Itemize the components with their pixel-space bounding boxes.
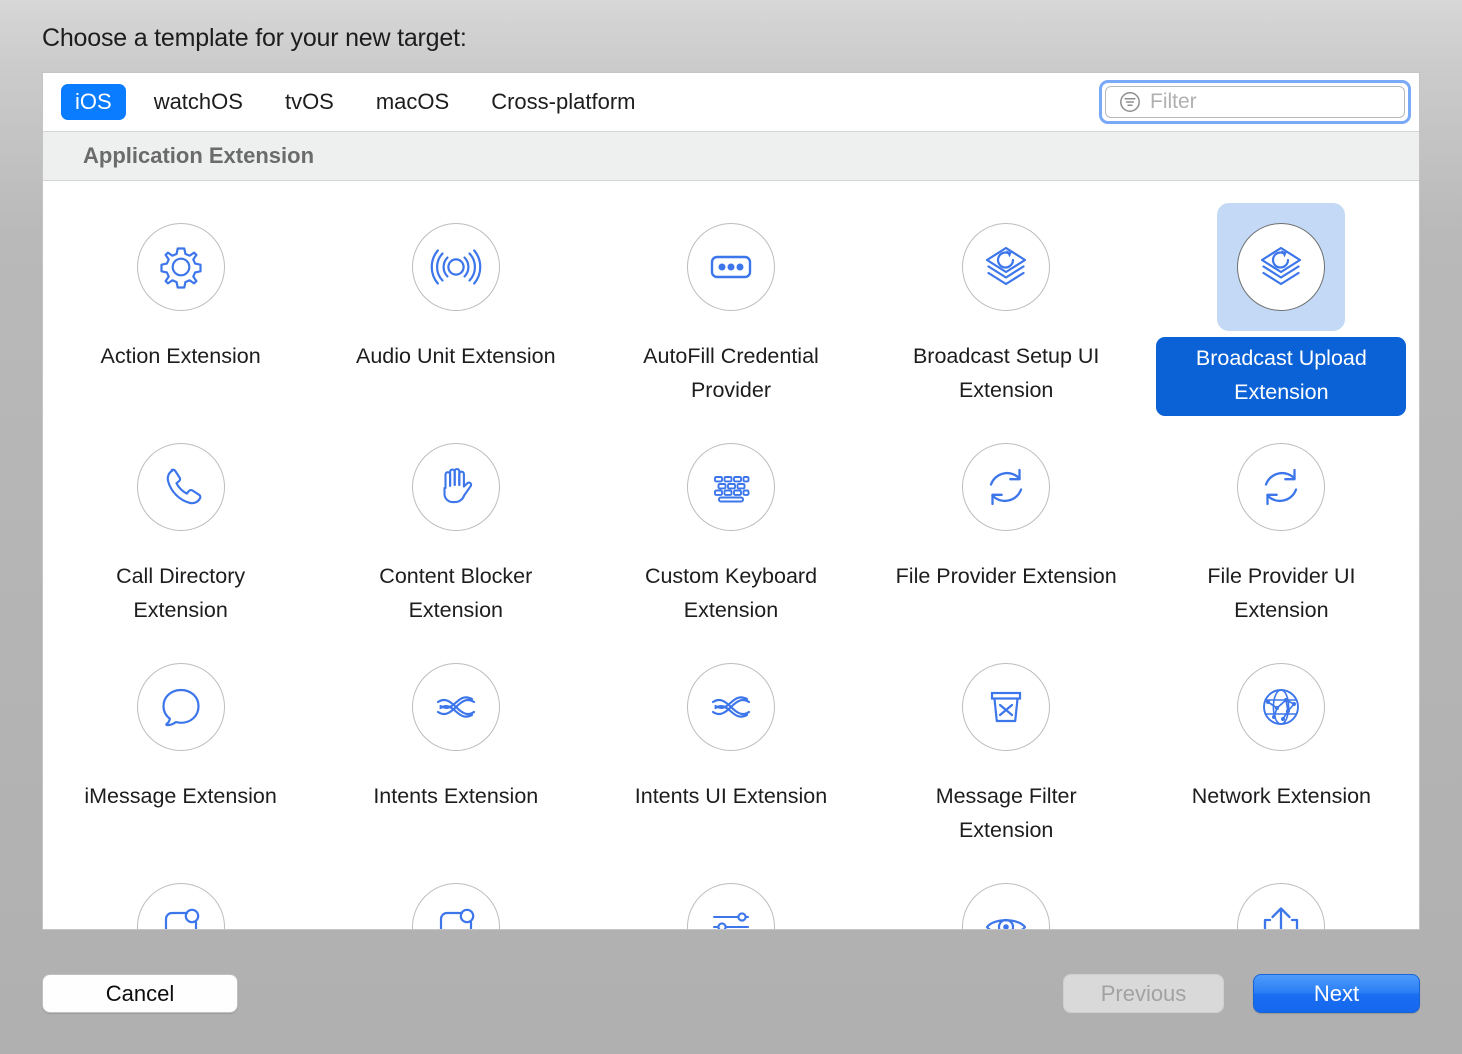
- speech-bubble-icon: [136, 663, 225, 751]
- icon-container: [392, 203, 520, 331]
- template-item-content-blocker-extension[interactable]: Content Blocker Extension: [318, 423, 593, 643]
- template-item-call-directory-extension[interactable]: Call Directory Extension: [43, 423, 318, 643]
- template-item-label: Custom Keyboard Extension: [644, 564, 818, 623]
- icon-container: [1217, 643, 1345, 771]
- template-item-photo-editing-extension[interactable]: [593, 863, 868, 929]
- template-item-label: Call Directory Extension: [116, 564, 246, 623]
- filter-placeholder: Filter: [1150, 90, 1197, 113]
- template-grid: Action Extension Audio Unit Extension Au…: [43, 181, 1419, 929]
- gear-icon: [136, 223, 225, 311]
- broadcast-stack-icon: [1237, 223, 1326, 311]
- platform-tabbar: iOS watchOS tvOS macOS Cross-platform Fi…: [43, 73, 1419, 131]
- broadcast-stack-icon: [962, 223, 1051, 311]
- icon-container: [1217, 863, 1345, 929]
- icon-container: [667, 203, 795, 331]
- template-item-label: Content Blocker Extension: [379, 564, 533, 623]
- icon-container: [942, 863, 1070, 929]
- crossing-waves-icon: [686, 663, 775, 751]
- icon-container: [942, 203, 1070, 331]
- template-item-label: Intents UI Extension: [634, 784, 828, 808]
- template-item-notification-content-extension[interactable]: [43, 863, 318, 929]
- template-item-network-extension[interactable]: Network Extension: [1144, 643, 1419, 863]
- template-item-intents-ui-extension[interactable]: Intents UI Extension: [593, 643, 868, 863]
- icon-container: [392, 643, 520, 771]
- tab-ios[interactable]: iOS: [61, 84, 126, 120]
- template-item-label: Network Extension: [1191, 784, 1372, 808]
- icon-container: [942, 423, 1070, 551]
- template-item-notification-service-extension[interactable]: [318, 863, 593, 929]
- template-item-file-provider-ui-extension[interactable]: File Provider UI Extension: [1144, 423, 1419, 643]
- sync-arrows-icon: [962, 443, 1051, 531]
- notification-icon: [136, 883, 225, 929]
- template-item-broadcast-setup-ui-extension[interactable]: Broadcast Setup UI Extension: [869, 203, 1144, 423]
- template-item-action-extension[interactable]: Action Extension: [43, 203, 318, 423]
- template-item-label: Action Extension: [100, 344, 261, 368]
- tab-macos[interactable]: macOS: [362, 84, 463, 120]
- tab-cross-platform[interactable]: Cross-platform: [477, 84, 649, 120]
- template-item-label: Intents Extension: [373, 784, 539, 808]
- next-button[interactable]: Next: [1253, 974, 1420, 1013]
- page-title: Choose a template for your new target:: [42, 24, 467, 52]
- icon-container: [117, 203, 245, 331]
- icon-container: [667, 863, 795, 929]
- icon-container: [117, 643, 245, 771]
- template-item-imessage-extension[interactable]: iMessage Extension: [43, 643, 318, 863]
- template-chooser-panel: iOS watchOS tvOS macOS Cross-platform Fi…: [42, 72, 1420, 930]
- template-item-broadcast-upload-extension[interactable]: Broadcast Upload Extension: [1144, 203, 1419, 423]
- tab-tvos[interactable]: tvOS: [271, 84, 348, 120]
- template-item-message-filter-extension[interactable]: Message Filter Extension: [869, 643, 1144, 863]
- filter-icon: [1119, 91, 1141, 113]
- icon-container: [392, 863, 520, 929]
- trash-x-icon: [962, 663, 1051, 751]
- phone-handset-icon: [136, 443, 225, 531]
- icon-container: [667, 643, 795, 771]
- template-item-label: Broadcast Upload Extension: [1156, 337, 1407, 416]
- template-item-autofill-credential-provider[interactable]: AutoFill Credential Provider: [593, 203, 868, 423]
- template-item-label: File Provider UI Extension: [1207, 564, 1356, 623]
- filter-field[interactable]: Filter: [1099, 80, 1411, 124]
- section-header-application-extension: Application Extension: [43, 131, 1419, 181]
- template-item-label: AutoFill Credential Provider: [643, 344, 819, 403]
- template-item-intents-extension[interactable]: Intents Extension: [318, 643, 593, 863]
- eye-icon: [962, 883, 1051, 929]
- crossing-waves-icon: [411, 663, 500, 751]
- sliders-icon: [686, 883, 775, 929]
- sync-arrows-icon: [1237, 443, 1326, 531]
- share-upload-icon: [1237, 883, 1326, 929]
- icon-container: [117, 863, 245, 929]
- template-item-label: Broadcast Setup UI Extension: [912, 344, 1100, 403]
- audio-waves-icon: [411, 223, 500, 311]
- notification-icon: [411, 883, 500, 929]
- template-item-label: iMessage Extension: [84, 784, 277, 808]
- password-dots-icon: [686, 223, 775, 311]
- template-item-audio-unit-extension[interactable]: Audio Unit Extension: [318, 203, 593, 423]
- template-item-file-provider-extension[interactable]: File Provider Extension: [869, 423, 1144, 643]
- template-item-custom-keyboard-extension[interactable]: Custom Keyboard Extension: [593, 423, 868, 643]
- template-item-share-extension[interactable]: [1144, 863, 1419, 929]
- icon-container: [667, 423, 795, 551]
- raised-hand-icon: [411, 443, 500, 531]
- keyboard-icon: [686, 443, 775, 531]
- globe-network-icon: [1237, 663, 1326, 751]
- cancel-button[interactable]: Cancel: [42, 974, 238, 1013]
- icon-container: [117, 423, 245, 551]
- icon-container: [392, 423, 520, 551]
- icon-container: [1217, 203, 1346, 331]
- previous-button[interactable]: Previous: [1063, 974, 1224, 1013]
- new-target-template-dialog: Choose a template for your new target: i…: [0, 0, 1462, 1054]
- icon-container: [942, 643, 1070, 771]
- icon-container: [1217, 423, 1345, 551]
- template-item-label: Message Filter Extension: [935, 784, 1077, 843]
- tab-watchos[interactable]: watchOS: [140, 84, 257, 120]
- template-item-quicklook-preview-extension[interactable]: [869, 863, 1144, 929]
- template-item-label: File Provider Extension: [895, 564, 1117, 588]
- template-item-label: Audio Unit Extension: [355, 344, 556, 368]
